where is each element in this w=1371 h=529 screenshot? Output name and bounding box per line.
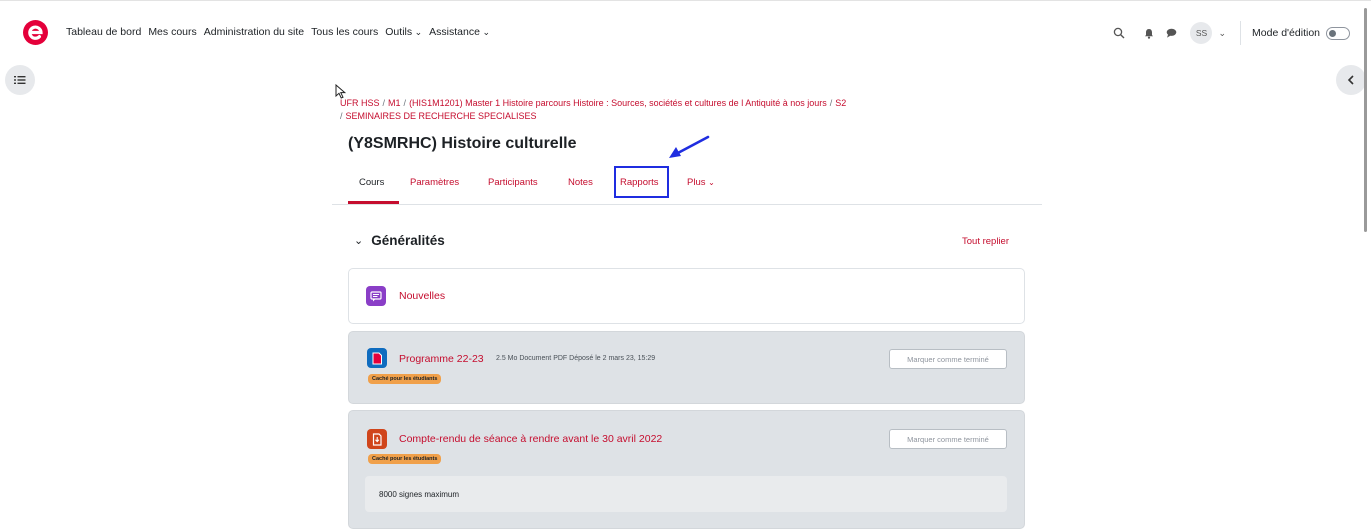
- annotation-highlight-box: [614, 166, 669, 198]
- breadcrumb-item[interactable]: SEMINAIRES DE RECHERCHE SPECIALISES: [346, 111, 537, 121]
- assignment-icon: [367, 429, 387, 449]
- activity-description: 8000 signes maximum: [365, 476, 1007, 512]
- nav-my-courses[interactable]: Mes cours: [148, 26, 196, 38]
- breadcrumb-item[interactable]: M1: [388, 98, 401, 108]
- user-controls: SS ⌄ Mode d'édition: [1108, 21, 1371, 45]
- nav-site-admin[interactable]: Administration du site: [204, 26, 304, 38]
- user-avatar[interactable]: SS: [1190, 22, 1213, 44]
- open-block-drawer-button[interactable]: [1336, 65, 1366, 95]
- site-logo[interactable]: [23, 20, 48, 45]
- annotation-arrow-icon: [669, 135, 710, 158]
- activity-card: Programme 22-23 2.5 Mo Document PDF Dépo…: [348, 331, 1025, 404]
- list-icon: [14, 76, 26, 84]
- chevron-down-icon: ⌄: [354, 235, 364, 247]
- activity-title-link[interactable]: Nouvelles: [399, 290, 445, 302]
- activity-card: Compte-rendu de séance à rendre avant le…: [348, 410, 1025, 529]
- primary-navigation: Tableau de bord Mes cours Administration…: [66, 26, 497, 38]
- edit-mode-toggle[interactable]: [1326, 26, 1350, 40]
- forum-icon: [366, 286, 386, 306]
- open-course-index-button[interactable]: [5, 65, 35, 95]
- chevron-down-icon[interactable]: ⌄: [1218, 28, 1226, 39]
- hidden-badge: Caché pour les étudiants: [368, 374, 442, 384]
- hidden-badge: Caché pour les étudiants: [368, 454, 442, 464]
- section-title: Généralités: [371, 233, 445, 248]
- collapse-all-link[interactable]: Tout replier: [962, 236, 1009, 247]
- mark-complete-button[interactable]: Marquer comme terminé: [889, 349, 1007, 369]
- search-icon[interactable]: [1108, 22, 1130, 44]
- chevron-left-icon: [1347, 75, 1354, 85]
- file-details: 2.5 Mo Document PDF Déposé le 2 mars 23,…: [496, 355, 656, 362]
- tab-more[interactable]: Plus ⌄: [687, 177, 715, 188]
- secondary-navigation: Cours Paramètres Participants Notes Rapp…: [332, 168, 1042, 205]
- breadcrumb-item[interactable]: S2: [835, 98, 846, 108]
- nav-tools[interactable]: Outils: [385, 26, 422, 38]
- tab-grades[interactable]: Notes: [568, 177, 593, 188]
- tab-course[interactable]: Cours: [359, 177, 384, 188]
- breadcrumb-item[interactable]: (HIS1M1201) Master 1 Histoire parcours H…: [409, 98, 827, 108]
- mark-complete-button[interactable]: Marquer comme terminé: [889, 429, 1007, 449]
- pdf-icon: [367, 348, 387, 368]
- activity-title-link[interactable]: Compte-rendu de séance à rendre avant le…: [399, 433, 662, 445]
- breadcrumb: UFR HSS / M1/(HIS1M1201) Master 1 Histoire…: [340, 98, 847, 121]
- page-scrollbar[interactable]: [1364, 8, 1367, 232]
- page-title: (Y8SMRHC) Histoire culturelle: [348, 135, 577, 152]
- messages-icon[interactable]: [1160, 22, 1182, 44]
- activity-title-link[interactable]: Programme 22-23: [399, 353, 484, 365]
- section-toggle[interactable]: ⌄ Généralités: [354, 233, 445, 248]
- active-tab-indicator: [348, 201, 399, 204]
- breadcrumb-item[interactable]: UFR HSS: [340, 98, 380, 108]
- divider: [1240, 21, 1242, 45]
- nav-dashboard[interactable]: Tableau de bord: [66, 26, 141, 38]
- tab-participants[interactable]: Participants: [488, 177, 538, 188]
- bell-icon[interactable]: [1138, 22, 1160, 44]
- edit-mode-label: Mode d'édition: [1252, 27, 1320, 39]
- activity-card: Nouvelles: [348, 268, 1025, 324]
- logo-icon: [28, 25, 43, 40]
- top-navbar: Tableau de bord Mes cours Administration…: [0, 0, 1371, 64]
- chevron-down-icon: ⌄: [708, 178, 715, 187]
- tab-settings[interactable]: Paramètres: [410, 177, 459, 188]
- tab-more-label: Plus: [687, 177, 706, 188]
- toggle-knob: [1329, 29, 1336, 37]
- nav-help[interactable]: Assistance: [429, 26, 490, 38]
- nav-all-courses[interactable]: Tous les cours: [311, 26, 378, 38]
